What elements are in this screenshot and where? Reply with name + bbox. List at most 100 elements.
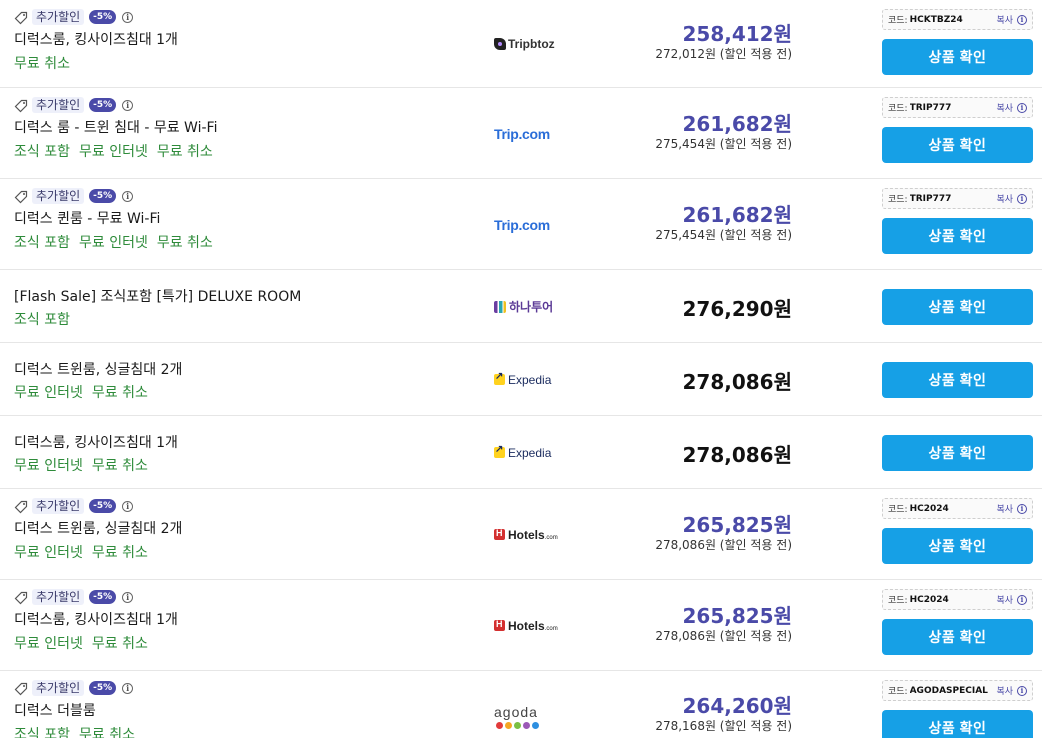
copy-code-button[interactable]: 복사: [996, 684, 1013, 697]
agoda-dot: [532, 722, 539, 729]
amenity-item: 무료 인터넷: [78, 235, 148, 251]
coupon-code-box: 코드: TRIP777 복사 i: [882, 97, 1033, 118]
offer-row: 추가할인 -5% i 디럭스 트윈룸, 싱글침대 2개무료 인터넷 무료 취소 Hotel…: [0, 489, 1042, 580]
copy-code-button[interactable]: 복사: [996, 13, 1013, 26]
amenity-item: 무료 취소: [156, 144, 213, 160]
agoda-dot: [496, 722, 503, 729]
room-name: 디럭스 트윈룸, 싱글침대 2개: [14, 521, 183, 537]
original-price: 275,454원 (할인 적용 전): [655, 227, 792, 242]
provider-name: Expedia: [508, 372, 552, 387]
coupon-code-label: 코드:: [888, 687, 908, 697]
amenity-item: 무료 취소: [91, 458, 148, 474]
coupon-code-box: 코드: AGODASPECIAL 복사 i: [882, 680, 1033, 701]
room-name: 디럭스 퀸룸 - 무료 Wi-Fi: [14, 211, 161, 227]
tag-icon: [14, 681, 28, 696]
coupon-info-icon[interactable]: i: [1017, 102, 1027, 113]
amenity-item: 무료 취소: [91, 636, 148, 652]
coupon-info-icon[interactable]: i: [1017, 193, 1027, 204]
coupon-code-label: 코드:: [888, 195, 908, 205]
amenity-list: 조식 포함 무료 취소: [14, 724, 144, 738]
coupon-info-icon[interactable]: i: [1017, 594, 1027, 605]
offer-row: 디럭스룸, 킹사이즈침대 1개무료 인터넷 무료 취소 Expedia 278,086…: [0, 416, 1042, 489]
view-offer-button[interactable]: 상품 확인: [882, 619, 1033, 655]
copy-code-button[interactable]: 복사: [996, 192, 1013, 205]
provider-logo: Hotels.com: [494, 525, 604, 545]
info-icon[interactable]: i: [122, 500, 134, 512]
info-icon[interactable]: i: [122, 99, 134, 111]
view-offer-button[interactable]: 상품 확인: [882, 288, 1033, 325]
price: 276,290원: [682, 296, 793, 321]
promo-label: 추가할인: [32, 9, 85, 25]
room-info: [Flash Sale] 조식포함 [특가] DELUXE ROOM 조식 포함: [14, 270, 484, 343]
original-price: 275,454원 (할인 적용 전): [655, 136, 792, 151]
coupon-code-label: 코드:: [888, 505, 908, 515]
room-info: 추가할인 -5% i 디럭스 트윈룸, 싱글침대 2개 무료 인터넷 무료 취소: [14, 489, 484, 580]
view-offer-button[interactable]: 상품 확인: [882, 361, 1033, 398]
amenity-list: 조식 포함: [14, 309, 79, 329]
provider-logo: Expedia: [494, 443, 604, 463]
coupon-info-icon[interactable]: i: [1017, 503, 1027, 514]
amenity-item: 무료 취소: [91, 385, 148, 401]
discount-badge: -5%: [89, 10, 117, 24]
offer-row: 추가할인 -5% i 디럭스 더블룸 조식 포함 무료 취소 agoda 264,260원 27…: [0, 671, 1042, 738]
room-name: 디럭스 트윈룸, 싱글침대 2개: [14, 362, 183, 378]
view-offer-button[interactable]: 상품 확인: [882, 434, 1033, 471]
coupon-code-box: 코드: TRIP777 복사 i: [882, 188, 1033, 209]
view-offer-button[interactable]: 상품 확인: [882, 710, 1033, 738]
coupon-code-box: 코드: HCKTBZ24 복사 i: [882, 9, 1033, 30]
promo-tag: 추가할인 -5% i: [14, 497, 134, 515]
coupon-info-icon[interactable]: i: [1017, 685, 1027, 696]
provider-name: agoda: [494, 704, 538, 720]
room-name: 디럭스룸, 킹사이즈침대 1개: [14, 612, 178, 628]
provider-logo: Trip.com: [494, 124, 604, 144]
view-offer-button[interactable]: 상품 확인: [882, 127, 1033, 163]
coupon-code-value: HC2024: [909, 503, 949, 514]
price-block: 261,682원 275,454원 (할인 적용 전): [612, 108, 792, 152]
info-icon[interactable]: i: [122, 190, 134, 202]
info-icon[interactable]: i: [122, 682, 134, 694]
view-offer-button[interactable]: 상품 확인: [882, 39, 1033, 75]
amenity-item: 무료 인터넷: [14, 458, 83, 474]
promo-tag: 추가할인 -5% i: [14, 8, 134, 26]
room-info: 디럭스 트윈룸, 싱글침대 2개무료 인터넷 무료 취소: [14, 343, 484, 416]
provider-logo: Tripbtoz: [494, 34, 604, 54]
tag-icon: [14, 590, 28, 605]
amenity-item: 무료 취소: [91, 545, 148, 561]
offer-row: [Flash Sale] 조식포함 [특가] DELUXE ROOM 조식 포함 하…: [0, 270, 1042, 343]
provider-name: Trip.com: [494, 125, 550, 142]
discounted-price: 265,825원: [682, 512, 793, 537]
price-block: 264,260원 278,168원 (할인 적용 전): [612, 690, 792, 734]
amenity-item: 조식 포함: [14, 727, 70, 738]
info-icon[interactable]: i: [122, 591, 134, 603]
hotels-logo-icon: [494, 528, 505, 540]
discounted-price: 265,825원: [682, 603, 793, 628]
room-info: 추가할인 -5% i 디럭스룸, 킹사이즈침대 1개 무료 취소: [14, 0, 484, 88]
provider-logo: Trip.com: [494, 215, 604, 235]
room-info: 추가할인 -5% i 디럭스룸, 킹사이즈침대 1개 무료 인터넷 무료 취소: [14, 580, 484, 671]
coupon-code-label: 코드:: [888, 16, 908, 26]
tag-icon: [14, 499, 28, 514]
room-info: 추가할인 -5% i 디럭스 퀸룸 - 무료 Wi-Fi 조식 포함 무료 인터넷 무료 취…: [14, 179, 484, 270]
coupon-code-value: TRIP777: [909, 102, 952, 113]
copy-code-button[interactable]: 복사: [996, 593, 1013, 606]
amenity-item: 무료 인터넷: [14, 385, 83, 401]
discounted-price: 261,682원: [682, 202, 793, 227]
coupon-code-value: HCKTBZ24: [909, 14, 963, 25]
price-block: 265,825원 278,086원 (할인 적용 전): [612, 509, 792, 553]
discounted-price: 258,412원: [682, 22, 793, 46]
room-name: [Flash Sale] 조식포함 [특가] DELUXE ROOM: [14, 289, 302, 305]
copy-code-button[interactable]: 복사: [996, 101, 1013, 114]
provider-name: Hotels.com: [508, 527, 558, 542]
view-offer-button[interactable]: 상품 확인: [882, 528, 1033, 564]
copy-code-button[interactable]: 복사: [996, 502, 1013, 515]
agoda-logo-dots: [496, 722, 539, 729]
info-icon[interactable]: i: [122, 11, 134, 23]
view-offer-button[interactable]: 상품 확인: [882, 218, 1033, 254]
coupon-info-icon[interactable]: i: [1017, 14, 1027, 25]
price: 278,086원: [682, 369, 793, 394]
hanatour-logo-icon: [494, 300, 506, 313]
offer-row: 추가할인 -5% i 디럭스 룸 - 트윈 침대 - 무료 Wi-Fi 조식 포함 무료 …: [0, 88, 1042, 179]
amenity-item: 무료 취소: [78, 727, 135, 738]
expedia-logo-icon: [494, 444, 505, 458]
provider-logo: 하나투어: [494, 297, 604, 317]
